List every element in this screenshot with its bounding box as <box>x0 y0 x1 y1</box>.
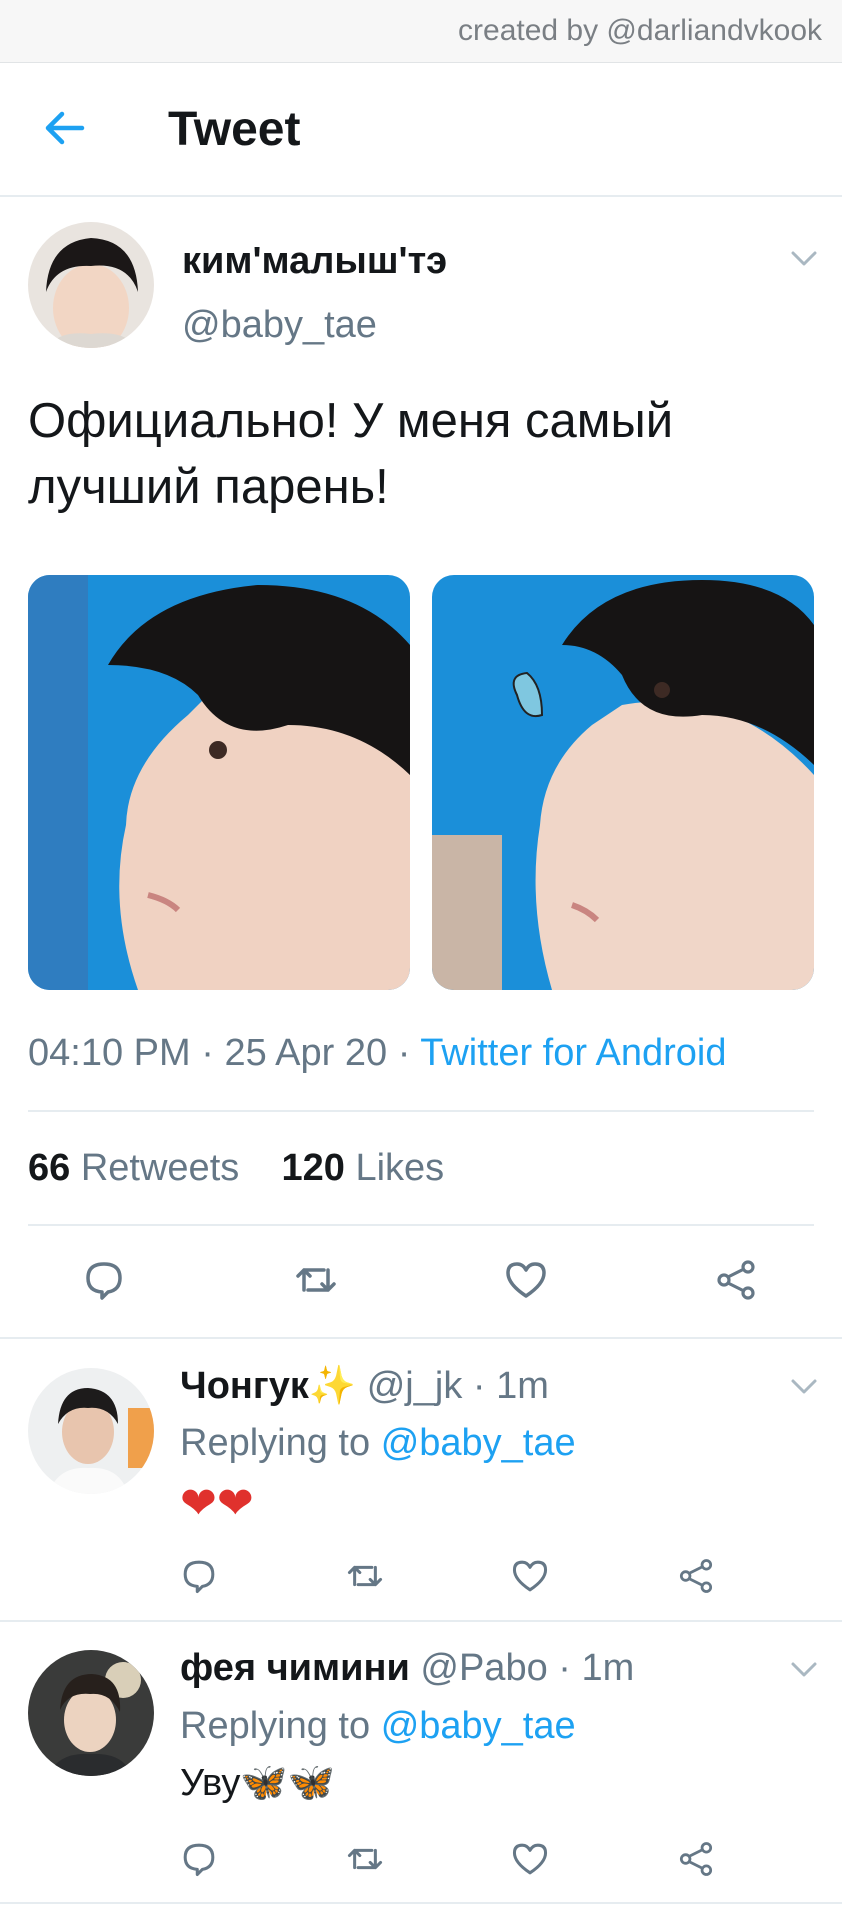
replying-to-link[interactable]: @baby_tae <box>381 1705 576 1747</box>
reply-button[interactable] <box>180 1840 218 1878</box>
reply-text: Уву🦋🦋 <box>180 1762 335 1804</box>
tweet-time: 04:10 PM <box>28 1032 191 1074</box>
retweet-button[interactable] <box>346 1840 384 1878</box>
like-button[interactable] <box>504 1258 548 1302</box>
author-name[interactable]: ким'малыш'тэ <box>182 240 447 283</box>
tweet-date: 25 Apr 20 <box>224 1032 388 1074</box>
replying-to: Replying to @baby_tae <box>180 1705 576 1747</box>
replying-to-link[interactable]: @baby_tae <box>381 1422 576 1464</box>
likes-count[interactable]: 120 Likes <box>281 1147 444 1189</box>
reply-button[interactable] <box>82 1258 126 1302</box>
reply-button[interactable] <box>180 1557 218 1595</box>
share-button[interactable] <box>714 1258 758 1302</box>
reply-avatar[interactable] <box>28 1368 154 1494</box>
credit-text: created by @darliandvkook <box>458 14 822 47</box>
meta-separator: · <box>201 1032 214 1074</box>
share-icon <box>679 1559 713 1593</box>
chevron-down-icon[interactable] <box>790 250 818 268</box>
tweet-meta: 04:10 PM · 25 Apr 20 · Twitter for Andro… <box>28 1032 726 1075</box>
tweet-text: Официально! У меня самый лучший парень! <box>28 394 674 514</box>
reply-separator: · <box>472 1365 486 1407</box>
engagement-counts: 66 Retweets 120 Likes <box>28 1147 444 1190</box>
reply-header: Чонгук✨ @j_jk · 1m <box>180 1364 549 1408</box>
reply-name[interactable]: Чонгук✨ <box>180 1365 356 1407</box>
chevron-down-icon[interactable] <box>790 1661 818 1679</box>
reply-text: ❤❤ <box>180 1479 254 1528</box>
share-button[interactable] <box>677 1557 715 1595</box>
author-handle[interactable]: @baby_tae <box>182 304 377 347</box>
like-icon <box>512 1560 548 1592</box>
retweet-icon <box>347 1848 383 1870</box>
tweet-image-1[interactable] <box>28 575 410 990</box>
tweet-image-2[interactable] <box>432 575 814 990</box>
divider <box>0 1620 842 1622</box>
like-button[interactable] <box>511 1557 549 1595</box>
reply-handle[interactable]: @Pabo <box>420 1647 547 1689</box>
divider <box>0 1337 842 1339</box>
retweet-icon <box>296 1268 336 1292</box>
reply-name[interactable]: фея чимини <box>180 1647 410 1689</box>
author-avatar[interactable] <box>28 222 154 348</box>
like-button[interactable] <box>511 1840 549 1878</box>
retweet-icon <box>347 1565 383 1587</box>
share-button[interactable] <box>677 1840 715 1878</box>
like-icon <box>512 1843 548 1875</box>
chevron-down-icon[interactable] <box>790 1378 818 1396</box>
tweet-source-link[interactable]: Twitter for Android <box>420 1032 726 1074</box>
credit-bar: created by @darliandvkook <box>0 0 842 63</box>
reply-time: 1m <box>496 1365 549 1407</box>
replying-to: Replying to @baby_tae <box>180 1422 576 1464</box>
divider <box>0 1902 842 1904</box>
retweet-button[interactable] <box>346 1557 384 1595</box>
divider <box>28 1224 814 1226</box>
top-bar: Tweet <box>0 62 842 197</box>
share-icon <box>717 1260 755 1300</box>
reply-header: фея чимини @Pabo · 1m <box>180 1647 634 1690</box>
reply-time: 1m <box>581 1647 635 1689</box>
reply-icon <box>86 1262 122 1300</box>
reply-icon <box>183 1560 215 1594</box>
divider <box>28 1110 814 1112</box>
like-icon <box>506 1262 546 1298</box>
page-title: Tweet <box>168 103 301 156</box>
reply-separator: · <box>558 1647 571 1689</box>
reply-handle[interactable]: @j_jk <box>367 1365 463 1407</box>
back-arrow-icon[interactable] <box>42 106 86 150</box>
retweets-count[interactable]: 66 Retweets <box>28 1147 239 1189</box>
retweet-button[interactable] <box>294 1258 338 1302</box>
reply-avatar[interactable] <box>28 1650 154 1776</box>
reply-icon <box>183 1843 215 1877</box>
meta-separator: · <box>397 1032 411 1074</box>
share-icon <box>679 1842 713 1876</box>
